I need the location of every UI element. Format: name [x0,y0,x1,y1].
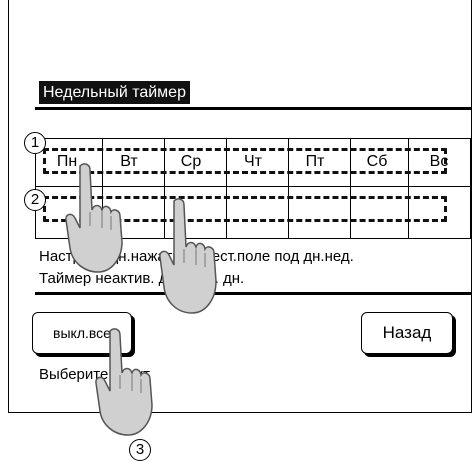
day-friday[interactable]: Пт [284,142,346,182]
title-rule [35,107,471,110]
day-thursday[interactable]: Чт [222,142,284,182]
callout-2: 2 [24,189,46,211]
pointing-hand-icon [65,163,123,273]
pointing-hand-icon [95,328,153,436]
callout-1: 1 [24,132,46,154]
back-button[interactable]: Назад [361,312,453,354]
day-sunday[interactable]: Вс [408,142,470,182]
toggle-cell-sunday[interactable] [409,186,471,238]
page-title: Недельный таймер [39,81,190,104]
section-rule [35,292,471,295]
day-wednesday[interactable]: Ср [160,142,222,182]
day-saturday[interactable]: Сб [346,142,408,182]
toggle-cell-thursday[interactable] [222,186,284,238]
toggle-cell-saturday[interactable] [346,186,408,238]
pointing-hand-icon [159,198,217,314]
toggle-cell-friday[interactable] [284,186,346,238]
